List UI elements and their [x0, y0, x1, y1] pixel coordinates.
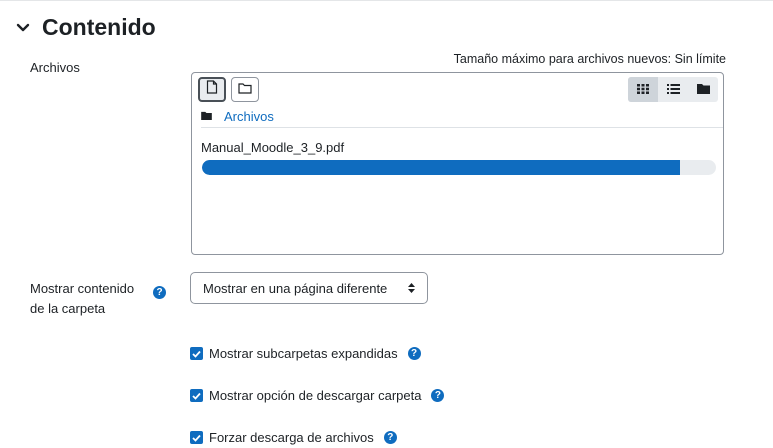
display-label-line2: de la carpeta	[30, 301, 106, 316]
top-divider	[0, 0, 773, 1]
chevron-down-icon	[12, 17, 34, 39]
create-folder-button[interactable]	[231, 77, 259, 102]
list-icon	[666, 81, 680, 99]
files-label: Archivos	[30, 60, 80, 75]
download-folder-checkbox[interactable]	[190, 389, 203, 402]
section-toggle[interactable]: Contenido	[12, 14, 156, 41]
breadcrumb-root-link[interactable]: Archivos	[224, 109, 274, 124]
display-select[interactable]: Mostrar en una página diferente ▲︎	[190, 272, 428, 304]
upload-progress-fill	[202, 160, 681, 175]
view-icons-button[interactable]	[628, 77, 658, 102]
display-label-line1: Mostrar contenido	[30, 281, 135, 296]
force-download-checkbox[interactable]	[190, 431, 203, 444]
question-circle-icon[interactable]: ?	[383, 431, 397, 444]
file-manager[interactable]: Archivos Manual_Moodle_3_9.pdf	[191, 72, 724, 255]
view-switcher	[628, 77, 718, 102]
breadcrumb: Archivos	[201, 105, 723, 128]
view-tree-button[interactable]	[688, 77, 718, 102]
upload-progress-bar	[202, 160, 716, 175]
view-list-button[interactable]	[658, 77, 688, 102]
force-download-label: Forzar descarga de archivos	[209, 430, 374, 445]
file-icon	[206, 80, 218, 99]
add-file-button[interactable]	[198, 77, 226, 102]
sort-caret-icon	[408, 281, 415, 296]
uploading-file-name: Manual_Moodle_3_9.pdf	[201, 140, 345, 155]
subfolders-label: Mostrar subcarpetas expandidas	[209, 346, 398, 361]
folder-icon	[238, 81, 252, 99]
option-row-subfolders: Mostrar subcarpetas expandidas ?	[190, 346, 421, 361]
max-size-note: Tamaño máximo para archivos nuevos: Sin …	[453, 52, 726, 66]
option-row-force-download: Forzar descarga de archivos ?	[190, 430, 397, 445]
option-row-download-folder: Mostrar opción de descargar carpeta ?	[190, 388, 445, 403]
section-title: Contenido	[42, 14, 156, 40]
question-circle-icon[interactable]: ?	[407, 347, 421, 360]
download-folder-label: Mostrar opción de descargar carpeta	[209, 388, 422, 403]
question-circle-icon[interactable]: ?	[153, 286, 166, 299]
display-select-value: Mostrar en una página diferente	[203, 280, 388, 296]
grid-icon	[637, 81, 649, 99]
subfolders-checkbox[interactable]	[190, 347, 203, 360]
question-circle-icon[interactable]: ?	[431, 389, 445, 402]
folder-solid-icon	[201, 107, 212, 125]
folder-solid-icon	[696, 81, 710, 99]
